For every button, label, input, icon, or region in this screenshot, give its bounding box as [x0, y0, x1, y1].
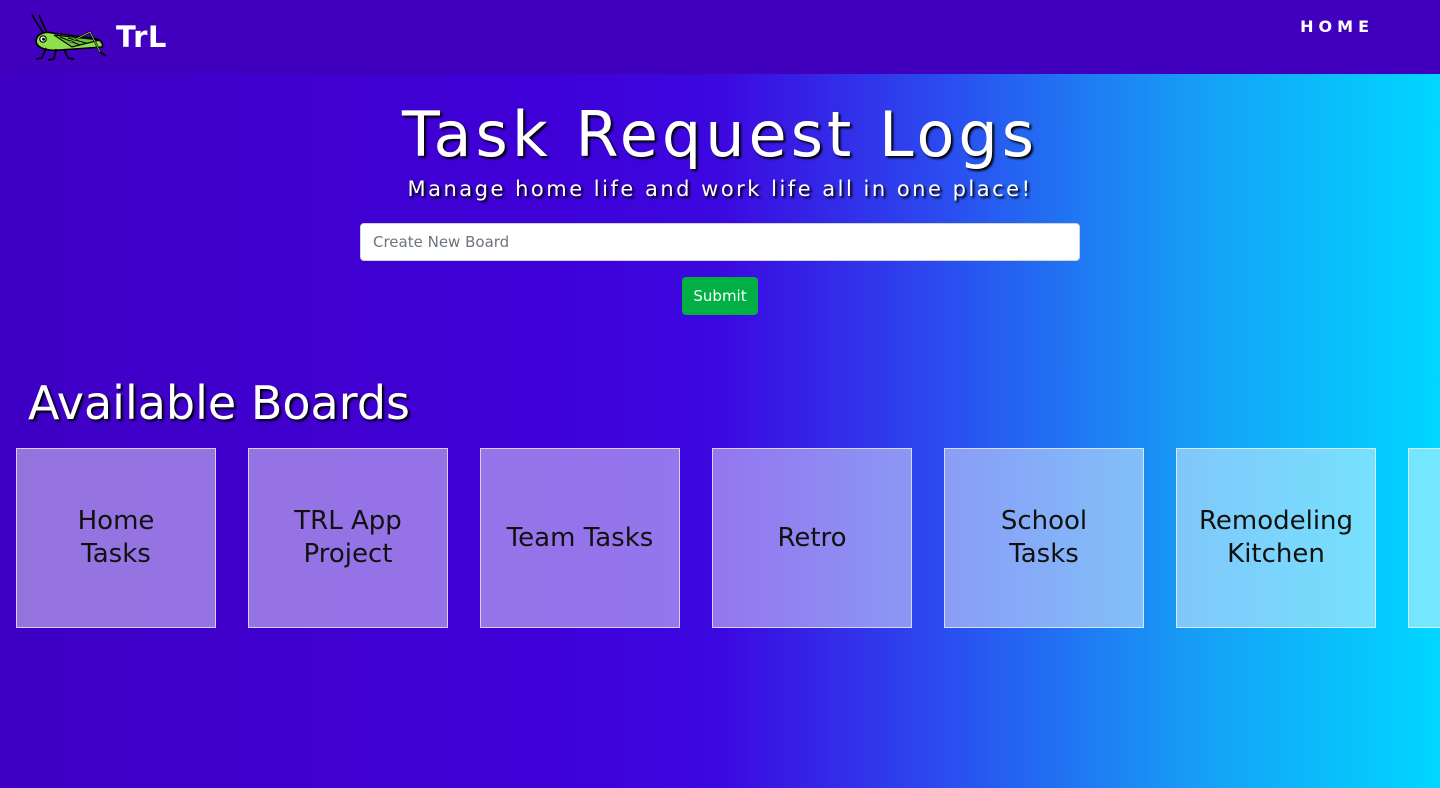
- board-card[interactable]: Remodeling Kitchen: [1176, 448, 1376, 628]
- board-card[interactable]: Home Tasks: [16, 448, 216, 628]
- page-subtitle: Manage home life and work life all in on…: [407, 177, 1033, 201]
- board-card[interactable]: TRL App Project: [248, 448, 448, 628]
- submit-button[interactable]: Submit: [682, 277, 758, 315]
- available-boards-heading: Available Boards: [28, 376, 410, 430]
- navbar: TrL HOME: [0, 0, 1440, 74]
- new-board-input[interactable]: [360, 223, 1080, 261]
- nav-home-link[interactable]: HOME: [1300, 17, 1374, 36]
- board-card[interactable]: [1408, 448, 1440, 628]
- grasshopper-logo-icon: [31, 13, 107, 61]
- board-card[interactable]: School Tasks: [944, 448, 1144, 628]
- board-card[interactable]: Team Tasks: [480, 448, 680, 628]
- board-card[interactable]: Retro: [712, 448, 912, 628]
- boards-row: Home Tasks TRL App Project Team Tasks Re…: [0, 448, 1440, 628]
- brand-link[interactable]: TrL: [30, 12, 167, 62]
- brand-text: TrL: [116, 20, 167, 54]
- page-title: Task Request Logs: [401, 98, 1039, 171]
